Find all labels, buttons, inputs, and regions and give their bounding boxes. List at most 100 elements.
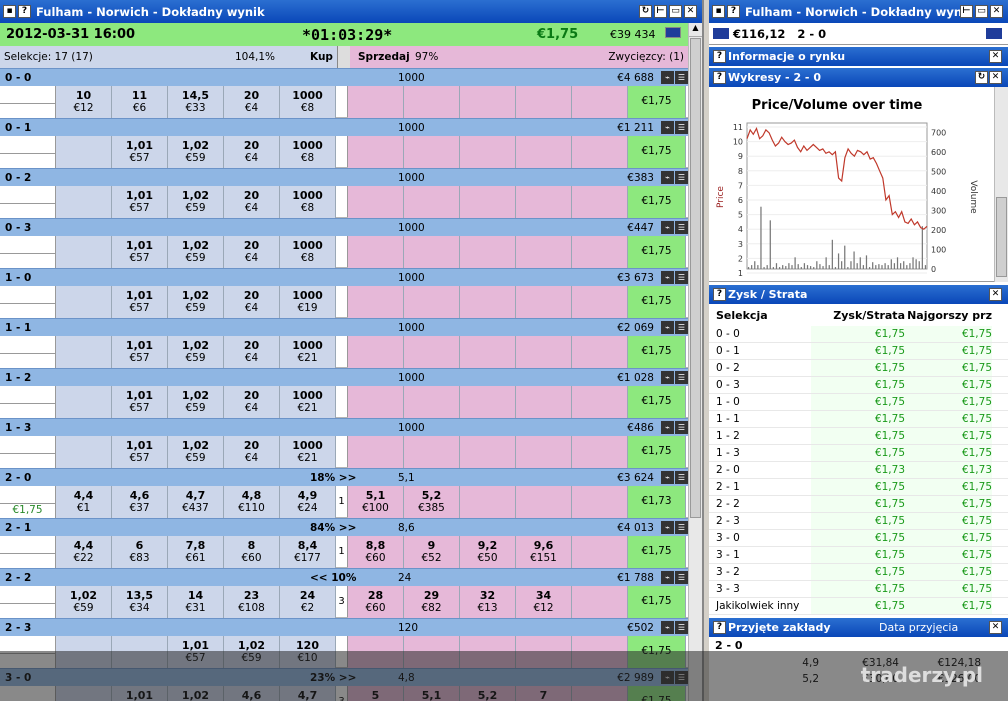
back-price-cell[interactable] <box>56 336 112 368</box>
lay-price-cell[interactable]: 5,1 €100 <box>348 486 404 518</box>
ladder-icon[interactable]: ☰ <box>675 121 688 134</box>
pl-row[interactable]: 0 - 0 €1,75 €1,75 <box>709 326 1008 343</box>
chart-icon[interactable]: ⌁ <box>661 321 674 334</box>
back-price-cell[interactable]: 14 €31 <box>168 586 224 618</box>
back-price-cell[interactable]: 1000 €21 <box>280 336 336 368</box>
pl-row[interactable]: 2 - 2 €1,75 €1,75 <box>709 496 1008 513</box>
charts-panel-header[interactable]: ? Wykresy - 2 - 0 ↻ ✕ <box>709 68 1008 87</box>
lay-price-cell[interactable] <box>404 236 460 268</box>
back-price-cell[interactable]: 20 €4 <box>224 386 280 418</box>
lay-price-cell[interactable] <box>460 186 516 218</box>
lay-price-cell[interactable] <box>348 336 404 368</box>
back-price-cell[interactable] <box>56 186 112 218</box>
uk-flag-icon[interactable] <box>986 28 1002 39</box>
back-price-cell[interactable]: 13,5 €34 <box>112 586 168 618</box>
help-icon[interactable]: ? <box>713 71 726 84</box>
ladder-icon[interactable]: ☰ <box>675 621 688 634</box>
uk-flag-icon[interactable] <box>665 27 681 38</box>
selection-header[interactable]: 0 - 1 1000 €1 211 ⌁ ☰ <box>0 118 690 136</box>
chart-icon[interactable]: ⌁ <box>661 621 674 634</box>
lay-price-cell[interactable]: 34 €12 <box>516 586 572 618</box>
back-price-cell[interactable]: 1,01€57 <box>112 236 168 268</box>
back-price-cell[interactable]: 14,5 €33 <box>168 86 224 118</box>
lay-price-cell[interactable] <box>516 236 572 268</box>
back-price-cell[interactable]: 1,02€59 <box>168 436 224 468</box>
chart-icon[interactable]: ⌁ <box>661 521 674 534</box>
lay-price-cell[interactable] <box>404 436 460 468</box>
chart-icon[interactable]: ⌁ <box>661 421 674 434</box>
selection-header[interactable]: 1 - 1 1000 €2 069 ⌁ ☰ <box>0 318 690 336</box>
lay-price-cell[interactable] <box>460 386 516 418</box>
selection-header[interactable]: 1 - 3 1000 €486 ⌁ ☰ <box>0 418 690 436</box>
lay-price-cell[interactable] <box>516 486 572 518</box>
back-price-cell[interactable]: 20 €4 <box>224 336 280 368</box>
help-icon[interactable]: ? <box>713 50 726 63</box>
back-price-cell[interactable]: 4,9 €24 <box>280 486 336 518</box>
pl-row[interactable]: 0 - 3 €1,75 €1,75 <box>709 377 1008 394</box>
lay-price-cell[interactable] <box>348 386 404 418</box>
restore-icon[interactable]: ▭ <box>669 5 682 18</box>
chart-icon[interactable]: ⌁ <box>661 271 674 284</box>
back-price-cell[interactable]: 1000 €8 <box>280 86 336 118</box>
back-price-cell[interactable] <box>56 436 112 468</box>
restore-icon[interactable]: ▭ <box>975 5 988 18</box>
pl-row[interactable]: Jakikolwiek inny €1,75 €1,75 <box>709 598 1008 615</box>
lay-price-cell[interactable] <box>516 186 572 218</box>
back-price-cell[interactable] <box>56 286 112 318</box>
side-titlebar[interactable]: ▪ ? Fulham - Norwich - Dokładny wynik ⊢ … <box>709 0 1008 23</box>
lay-price-cell[interactable] <box>460 336 516 368</box>
lay-price-cell[interactable] <box>404 336 460 368</box>
selection-header[interactable]: 1 - 2 1000 €1 028 ⌁ ☰ <box>0 368 690 386</box>
bets-panel-header[interactable]: ? Przyjęte zakłady Data przyjęcia ✕ <box>709 618 1008 637</box>
lay-price-cell[interactable] <box>460 236 516 268</box>
chart-icon[interactable]: ⌁ <box>661 471 674 484</box>
pl-row[interactable]: 1 - 2 €1,75 €1,75 <box>709 428 1008 445</box>
lay-price-cell[interactable] <box>516 86 572 118</box>
selection-header[interactable]: 0 - 2 1000 €383 ⌁ ☰ <box>0 168 690 186</box>
lay-price-cell[interactable]: 28 €60 <box>348 586 404 618</box>
pl-row[interactable]: 3 - 1 €1,75 €1,75 <box>709 547 1008 564</box>
back-price-cell[interactable]: 20 €4 <box>224 186 280 218</box>
lay-price-cell[interactable]: 9,2 €50 <box>460 536 516 568</box>
lay-price-cell[interactable] <box>460 436 516 468</box>
lay-price-cell[interactable] <box>404 186 460 218</box>
close-icon[interactable]: ✕ <box>989 621 1002 634</box>
lay-price-cell[interactable] <box>460 86 516 118</box>
back-price-cell[interactable]: 1000 €21 <box>280 436 336 468</box>
market-info-panel-header[interactable]: ? Informacje o rynku ✕ <box>709 47 1008 66</box>
back-price-cell[interactable]: 11 €6 <box>112 86 168 118</box>
lay-price-cell[interactable] <box>348 86 404 118</box>
close-icon[interactable]: ✕ <box>684 5 697 18</box>
lay-price-cell[interactable] <box>572 536 628 568</box>
back-price-cell[interactable]: 1,01€57 <box>112 286 168 318</box>
pl-row[interactable]: 3 - 0 €1,75 €1,75 <box>709 530 1008 547</box>
back-price-cell[interactable]: 4,8 €110 <box>224 486 280 518</box>
ladder-icon[interactable]: ☰ <box>675 371 688 384</box>
chart-icon[interactable]: ⌁ <box>661 571 674 584</box>
ladder-icon[interactable]: ☰ <box>675 171 688 184</box>
ladder-icon[interactable]: ☰ <box>675 71 688 84</box>
lay-price-cell[interactable] <box>572 186 628 218</box>
lay-price-cell[interactable]: 29 €82 <box>404 586 460 618</box>
close-icon[interactable]: ✕ <box>989 50 1002 63</box>
selection-header[interactable]: 0 - 0 1000 €4 688 ⌁ ☰ <box>0 68 690 86</box>
window-menu-icon[interactable]: ▪ <box>712 5 725 18</box>
ladder-icon[interactable]: ☰ <box>675 421 688 434</box>
back-price-cell[interactable]: 1,02€59 <box>168 236 224 268</box>
back-price-cell[interactable]: 10 €12 <box>56 86 112 118</box>
lay-price-cell[interactable] <box>460 136 516 168</box>
close-icon[interactable]: ✕ <box>989 71 1002 84</box>
chart-scrollbar[interactable] <box>994 87 1008 282</box>
pin-icon[interactable]: ⊢ <box>960 5 973 18</box>
selection-header[interactable]: 0 - 3 1000 €447 ⌁ ☰ <box>0 218 690 236</box>
close-icon[interactable]: ✕ <box>989 288 1002 301</box>
back-price-cell[interactable]: 1,01€57 <box>112 436 168 468</box>
lay-price-cell[interactable] <box>348 186 404 218</box>
ladder-icon[interactable]: ☰ <box>675 321 688 334</box>
chart-icon[interactable]: ⌁ <box>661 171 674 184</box>
lay-price-cell[interactable] <box>348 136 404 168</box>
help-icon[interactable]: ? <box>18 5 31 18</box>
lay-price-cell[interactable] <box>404 386 460 418</box>
ladder-icon[interactable]: ☰ <box>675 571 688 584</box>
back-price-cell[interactable]: 4,4 €1 <box>56 486 112 518</box>
